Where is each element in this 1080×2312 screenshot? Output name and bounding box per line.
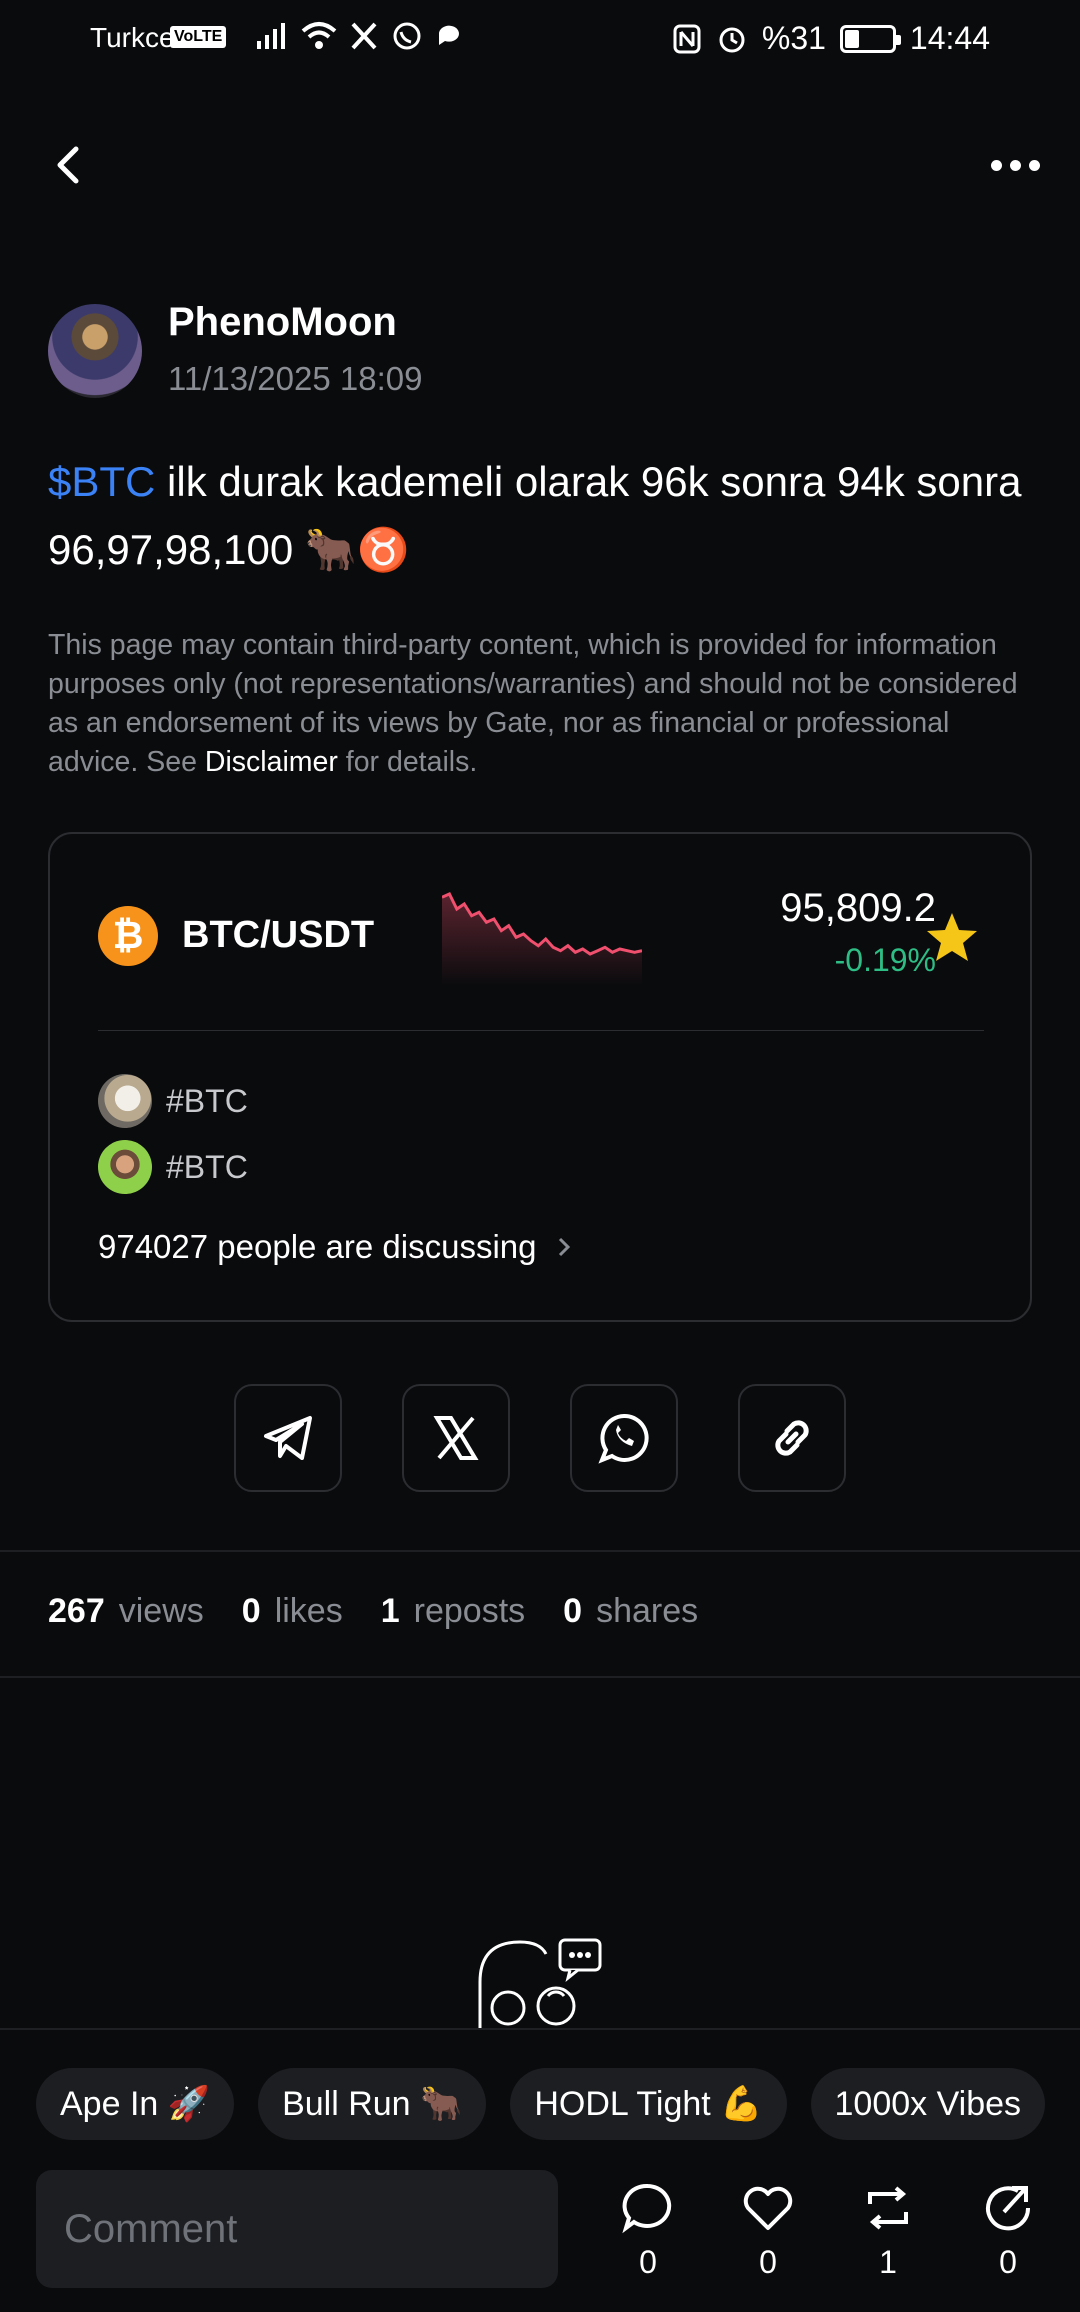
disclaimer-link[interactable]: Disclaimer [205, 746, 338, 778]
chat-bubble-icon [438, 25, 459, 45]
comment-button[interactable]: 0 [608, 2180, 688, 2281]
chip-1000x-vibes[interactable]: 1000x Vibes [810, 2068, 1046, 2140]
tag-label: #BTC [166, 1082, 248, 1119]
signal-icon [257, 23, 285, 49]
back-button[interactable] [48, 135, 98, 195]
divider [0, 1676, 1080, 1678]
views-count: 267 [48, 1592, 105, 1630]
post-timestamp: 11/13/2025 18:09 [168, 360, 423, 397]
battery-icon [839, 24, 901, 53]
likes-label: likes [274, 1592, 343, 1630]
clock: 14:44 [909, 20, 990, 56]
author-name[interactable]: PhenoMoon [168, 300, 397, 345]
repost-button[interactable]: 1 [848, 2180, 928, 2281]
market-card[interactable]: ₿ BTC/USDT 95,809.2 -0.19% #BTC #BTC 974… [48, 832, 1032, 1322]
post-stats: 267 views 0 likes 1 reposts 0 shares [48, 1592, 722, 1631]
likes-count: 0 [241, 1592, 261, 1630]
bitcoin-icon: ₿ [98, 906, 158, 966]
trading-pair[interactable]: BTC/USDT [182, 914, 374, 957]
share-telegram-button[interactable] [234, 1384, 342, 1492]
shares-count: 0 [563, 1592, 583, 1630]
views-label: views [118, 1592, 204, 1630]
chevron-right-icon [558, 1237, 570, 1257]
discussing-label: 974027 people are discussing [98, 1228, 537, 1265]
share-link-button[interactable] [738, 1384, 846, 1492]
divider [0, 1550, 1080, 1552]
link-icon [775, 1420, 809, 1456]
wifi-icon [301, 22, 337, 49]
tag-avatar [98, 1140, 152, 1194]
reposts-count: 1 [380, 1592, 400, 1630]
comment-input[interactable] [36, 2170, 558, 2288]
comment-icon [622, 2183, 672, 2234]
price-sparkline [442, 892, 642, 986]
status-icons-right: %31 14:44 [672, 20, 990, 57]
like-count: 0 [759, 2244, 777, 2280]
author-avatar[interactable] [48, 304, 142, 398]
disclaimer-body: This page may contain third-party conten… [48, 629, 1018, 778]
tag-label: #BTC [166, 1148, 248, 1185]
comment-count: 0 [639, 2244, 657, 2280]
tag-row[interactable]: #BTC [98, 1140, 248, 1194]
telegram-icon [264, 1416, 312, 1460]
post-text: $BTC ilk durak kademeli olarak 96k sonra… [48, 448, 1038, 584]
battery-percent: %31 [761, 20, 826, 56]
share-button[interactable]: 0 [968, 2180, 1048, 2281]
whatsapp-icon [393, 22, 421, 50]
reposts-label: reposts [413, 1592, 526, 1630]
share-icon [986, 2186, 1031, 2231]
chip-hodl-tight[interactable]: HODL Tight 💪 [510, 2068, 787, 2140]
alarm-icon [719, 27, 745, 52]
share-x-button[interactable] [402, 1384, 510, 1492]
chip-ape-in[interactable]: Ape In 🚀 [36, 2068, 235, 2140]
repost-icon [868, 2186, 908, 2230]
price-change: -0.19% [834, 942, 936, 978]
cashtag-link[interactable]: $BTC [48, 458, 155, 505]
share-whatsapp-button[interactable] [570, 1384, 678, 1492]
tag-avatar [98, 1074, 152, 1128]
shares-label: shares [596, 1592, 699, 1630]
bottom-bar: Ape In 🚀 Bull Run 🐂 HODL Tight 💪 1000x V… [0, 2028, 1080, 2312]
discussing-link[interactable]: 974027 people are discussing [98, 1228, 573, 1266]
like-button[interactable]: 0 [728, 2180, 808, 2281]
chip-bull-run[interactable]: Bull Run 🐂 [258, 2068, 487, 2140]
nfc-icon [673, 24, 701, 53]
dot-icon [1028, 159, 1040, 171]
x-logo-icon [433, 1416, 479, 1460]
disclaimer-text: This page may contain third-party conten… [48, 626, 1038, 782]
status-icons-left [255, 20, 463, 52]
share-count: 0 [999, 2244, 1017, 2280]
tag-row[interactable]: #BTC [98, 1074, 248, 1128]
empty-comments-illustration [478, 1938, 602, 2032]
dot-icon [1009, 159, 1021, 171]
chevron-left-icon [57, 146, 79, 184]
price-value: 95,809.2 [780, 886, 936, 930]
post-content: ilk durak kademeli olarak 96k sonra 94k … [48, 458, 1022, 573]
repost-count: 1 [879, 2244, 897, 2280]
quick-reply-chips: Ape In 🚀 Bull Run 🐂 HODL Tight 💪 1000x V… [36, 2068, 1046, 2140]
more-options-button[interactable] [980, 145, 1050, 185]
status-bar: Turkcell VoLTE %31 14:44 [0, 0, 1080, 80]
disclaimer-tail: for details. [337, 746, 478, 778]
volte-badge: VoLTE [170, 26, 227, 48]
x-app-icon [351, 22, 377, 50]
dot-icon [990, 159, 1002, 171]
star-icon[interactable] [922, 908, 982, 968]
whatsapp-icon [598, 1413, 649, 1464]
card-divider [98, 1030, 984, 1031]
heart-icon [743, 2186, 793, 2230]
